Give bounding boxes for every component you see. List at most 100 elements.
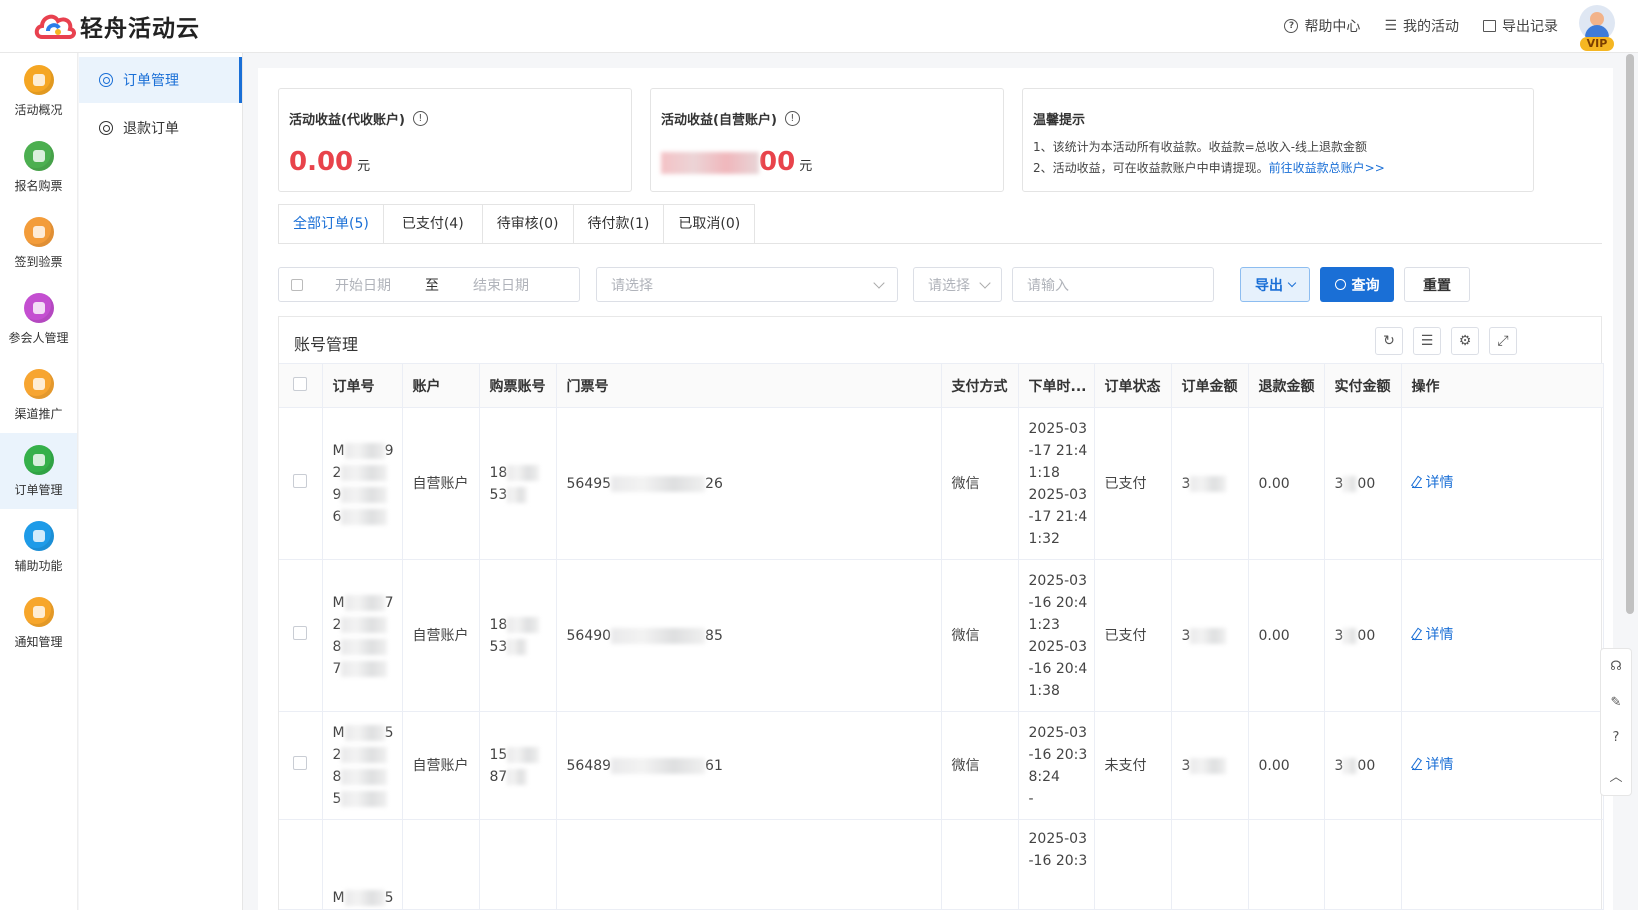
sidebar-item-attendees[interactable]: 参会人管理 xyxy=(0,281,77,357)
help-circle-icon: ? xyxy=(1284,19,1299,33)
paid-frag: 3 xyxy=(1334,757,1344,774)
time-line: -16 20:4 xyxy=(1028,660,1088,677)
income-account-link[interactable]: 前往收益款总账户>> xyxy=(1269,161,1385,175)
amount-frag: 3 xyxy=(1181,627,1191,644)
table-row: M 9 2 9 6 自营账户 18 53 56495 26 微信 2025-03 -1… xyxy=(279,407,1604,560)
row-checkbox[interactable] xyxy=(293,625,307,640)
export-records-link[interactable]: 导出记录 xyxy=(1483,16,1558,36)
app-name: 轻舟活动云 xyxy=(80,16,200,42)
export-button[interactable]: 导出 xyxy=(1240,267,1310,302)
page-scrollbar[interactable] xyxy=(1626,54,1634,614)
calendar-icon xyxy=(291,278,303,291)
my-activities-link[interactable]: ☰ 我的活动 xyxy=(1384,16,1459,36)
time-line: 2025-03 xyxy=(1028,420,1088,437)
tab-cancelled[interactable]: 已取消(0) xyxy=(664,204,756,244)
buyer-frag: 87 xyxy=(489,768,508,785)
sidebar-item-registration[interactable]: 报名购票 xyxy=(0,129,77,205)
ticket-no-cell: 56490 85 xyxy=(556,559,942,712)
orders-table: 订单号 账户 购票账号 门票号 支付方式 下单时... 订单状态 订单金额 退款… xyxy=(279,363,1604,910)
order-time-cell: 2025-03 -16 20:3 8:24 - xyxy=(1018,711,1095,820)
sidebar-item-promotion[interactable]: 渠道推广 xyxy=(0,357,77,433)
time-line: 2025-03 xyxy=(1028,572,1088,589)
search-button[interactable]: 查询 xyxy=(1320,267,1394,302)
time-line: 1:18 xyxy=(1028,464,1060,481)
redacted-amount xyxy=(661,151,759,174)
amount-frag: 3 xyxy=(1181,475,1191,492)
reset-button[interactable]: 重置 xyxy=(1404,267,1470,302)
tab-paid[interactable]: 已支付(4) xyxy=(383,204,483,244)
end-date-input[interactable]: 结束日期 xyxy=(473,275,529,295)
row-checkbox[interactable] xyxy=(293,473,307,488)
row-checkbox[interactable] xyxy=(293,755,307,770)
order-no-frag: M xyxy=(332,594,345,611)
buyer-frag: 18 xyxy=(489,464,508,481)
order-no-end: 9 xyxy=(384,442,394,459)
refund-cell: 0.00 xyxy=(1248,711,1325,820)
order-no-frag: 8 xyxy=(332,768,342,785)
detail-link[interactable]: 详情 xyxy=(1411,472,1454,494)
agent-income-card: 活动收益(代收账户)! 0.00 元 xyxy=(278,88,632,192)
paid-frag: 3 xyxy=(1334,475,1344,492)
time-line: -16 20:4 xyxy=(1028,594,1088,611)
order-no-frag: 8 xyxy=(332,638,342,655)
buyer-cell: 15 87 xyxy=(479,711,557,820)
paid-end: 00 xyxy=(1357,475,1376,492)
agent-amount-value: 0.00 xyxy=(289,147,354,177)
user-avatar[interactable]: VIP xyxy=(1578,5,1616,51)
subnav-item-label: 订单管理 xyxy=(123,73,179,89)
help-icon[interactable]: ? xyxy=(1613,730,1620,745)
tips-card: 温馨提示 1、该统计为本活动所有收益款。收益款=总收入-线上退款金额 2、活动收… xyxy=(1022,88,1534,192)
refresh-icon[interactable]: ↻ xyxy=(1375,327,1403,355)
edit-icon xyxy=(1411,630,1422,640)
detail-link[interactable]: 详情 xyxy=(1411,754,1454,776)
sidebar-item-checkin[interactable]: 签到验票 xyxy=(0,205,77,281)
select-all-checkbox[interactable] xyxy=(293,376,307,391)
sidebar-item-tools[interactable]: 辅助功能 xyxy=(0,509,77,585)
density-icon[interactable]: ☰ xyxy=(1413,327,1441,355)
tab-pending-payment[interactable]: 待付款(1) xyxy=(573,204,665,244)
paid-end: 00 xyxy=(1357,627,1376,644)
amount-cell: 3 xyxy=(1171,407,1249,560)
start-date-input[interactable]: 开始日期 xyxy=(335,275,391,295)
subnav-item-refunds[interactable]: 退款订单 xyxy=(79,105,242,151)
card-title-row: 活动收益(代收账户)! xyxy=(289,109,428,128)
app-logo[interactable]: 轻舟活动云 xyxy=(34,9,200,43)
detail-link[interactable]: 详情 xyxy=(1411,624,1454,646)
subnav-item-orders[interactable]: 订单管理 xyxy=(79,57,242,103)
pay-method-cell: 微信 xyxy=(941,711,1019,820)
ticket-no-end: 61 xyxy=(705,757,723,774)
order-no-end: 7 xyxy=(384,594,394,611)
table-row: M5 2025-03 -16 20:3 xyxy=(279,819,1604,910)
sidebar-item-notifications[interactable]: 通知管理 xyxy=(0,585,77,661)
help-center-link[interactable]: ? 帮助中心 xyxy=(1284,16,1360,36)
floating-toolbar: ☊ ✎ ? ︿ xyxy=(1600,648,1632,796)
keyword-placeholder: 请输入 xyxy=(1027,277,1069,294)
keyword-input[interactable]: 请输入 xyxy=(1012,267,1214,302)
order-no-frag: M xyxy=(332,442,345,459)
chevron-down-icon xyxy=(979,277,991,289)
amount-cell: 3 xyxy=(1171,711,1249,820)
orders-icon xyxy=(23,444,54,475)
filter-select-1[interactable]: 请选择 xyxy=(596,267,898,302)
select-all-cell xyxy=(279,363,323,408)
paid-end: 00 xyxy=(1357,757,1376,774)
order-time-cell: 2025-03 -16 20:4 1:23 2025-03 -16 20:4 1:38 xyxy=(1018,559,1095,712)
info-icon[interactable]: ! xyxy=(784,111,800,126)
settings-icon[interactable]: ⚙ xyxy=(1451,327,1479,355)
sidebar-item-label: 渠道推广 xyxy=(14,406,63,421)
feedback-icon[interactable]: ✎ xyxy=(1611,695,1622,710)
back-to-top-icon[interactable]: ︿ xyxy=(1609,766,1622,785)
customer-service-icon[interactable]: ☊ xyxy=(1610,659,1622,674)
date-range-picker[interactable]: 开始日期 至 结束日期 xyxy=(278,267,580,302)
paid-cell: 3 00 xyxy=(1324,559,1402,712)
overview-icon xyxy=(23,64,54,95)
sidebar-item-overview[interactable]: 活动概况 xyxy=(0,53,77,129)
fullscreen-icon[interactable]: ⤢ xyxy=(1489,327,1517,355)
info-icon[interactable]: ! xyxy=(412,111,428,126)
time-line: 8:24 xyxy=(1028,768,1060,785)
tab-all-orders[interactable]: 全部订单(5) xyxy=(278,204,384,244)
col-buyer: 购票账号 xyxy=(479,363,557,408)
tab-pending-review[interactable]: 待审核(0) xyxy=(482,204,574,244)
sidebar-item-orders[interactable]: 订单管理 xyxy=(0,433,77,509)
filter-select-2[interactable]: 请选择 xyxy=(913,267,1002,302)
